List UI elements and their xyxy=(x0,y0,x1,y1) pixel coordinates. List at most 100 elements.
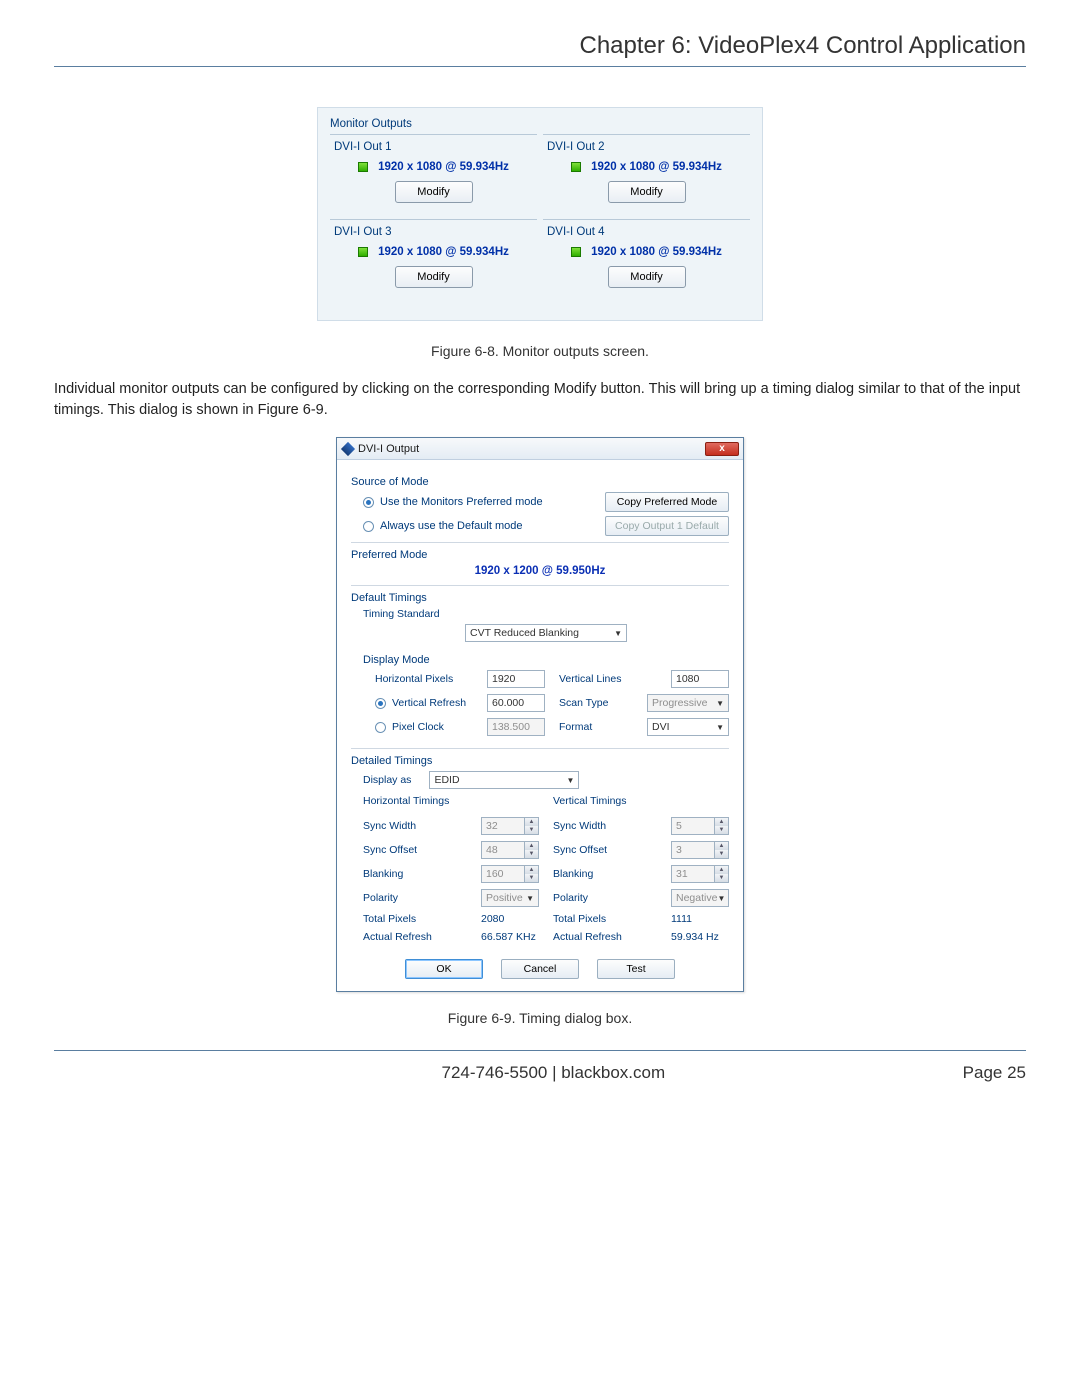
chevron-up-icon: ▲ xyxy=(524,818,538,826)
horizontal-pixels-input[interactable]: 1920 xyxy=(487,670,545,688)
status-icon xyxy=(358,247,368,257)
h-polarity-label: Polarity xyxy=(363,892,398,904)
v-actual-refresh-label: Actual Refresh xyxy=(553,931,622,943)
status-icon xyxy=(571,247,581,257)
dvi-out-1-group: DVI-I Out 1 1920 x 1080 @ 59.934Hz Modif… xyxy=(330,134,537,207)
scan-type-select[interactable]: Progressive ▼ xyxy=(647,694,729,712)
display-mode-label: Display Mode xyxy=(363,654,729,666)
cancel-button[interactable]: Cancel xyxy=(501,959,579,979)
status-icon xyxy=(358,162,368,172)
chevron-up-icon: ▲ xyxy=(714,842,728,850)
h-actual-refresh-label: Actual Refresh xyxy=(363,931,432,943)
h-blanking-stepper[interactable]: 160 ▲▼ xyxy=(481,865,539,883)
format-select[interactable]: DVI ▼ xyxy=(647,718,729,736)
chevron-up-icon: ▲ xyxy=(714,866,728,874)
h-sync-width-label: Sync Width xyxy=(363,820,416,832)
use-preferred-mode-label: Use the Monitors Preferred mode xyxy=(380,496,543,508)
h-sync-width-stepper[interactable]: 32 ▲▼ xyxy=(481,817,539,835)
chevron-down-icon: ▼ xyxy=(614,629,622,638)
dvi-out-2-resolution: 1920 x 1080 @ 59.934Hz xyxy=(591,161,722,173)
chevron-down-icon: ▼ xyxy=(524,874,538,882)
vertical-timings-label: Vertical Timings xyxy=(553,795,729,807)
vertical-lines-label: Vertical Lines xyxy=(559,673,621,685)
display-as-value: EDID xyxy=(434,774,459,786)
chevron-down-icon: ▼ xyxy=(524,826,538,834)
dvi-output-dialog: DVI-I Output x Source of Mode Use the Mo… xyxy=(336,437,744,992)
display-as-select[interactable]: EDID ▼ xyxy=(429,771,579,789)
pixel-clock-label: Pixel Clock xyxy=(392,721,444,733)
dvi-out-3-resolution: 1920 x 1080 @ 59.934Hz xyxy=(378,246,509,258)
preferred-mode-value: 1920 x 1200 @ 59.950Hz xyxy=(351,565,729,577)
v-polarity-label: Polarity xyxy=(553,892,588,904)
radio-icon xyxy=(363,521,374,532)
radio-icon xyxy=(375,698,386,709)
detailed-timings-label: Detailed Timings xyxy=(351,755,729,767)
v-polarity-select[interactable]: Negative ▼ xyxy=(671,889,729,907)
chevron-down-icon: ▼ xyxy=(524,850,538,858)
app-icon xyxy=(341,441,355,455)
v-sync-width-stepper[interactable]: 5 ▲▼ xyxy=(671,817,729,835)
header-divider xyxy=(54,66,1026,67)
pixel-clock-input: 138.500 xyxy=(487,718,545,736)
dvi-out-3-modify-button[interactable]: Modify xyxy=(395,266,473,288)
copy-output1-default-button[interactable]: Copy Output 1 Default xyxy=(605,516,729,536)
dvi-out-2-modify-button[interactable]: Modify xyxy=(608,181,686,203)
chevron-down-icon: ▼ xyxy=(717,894,725,903)
vertical-lines-input[interactable]: 1080 xyxy=(671,670,729,688)
dvi-out-2-label: DVI-I Out 2 xyxy=(547,141,746,153)
v-total-pixels-label: Total Pixels xyxy=(553,913,606,925)
close-button[interactable]: x xyxy=(705,442,739,456)
radio-icon xyxy=(375,722,386,733)
v-sync-offset-stepper[interactable]: 3 ▲▼ xyxy=(671,841,729,859)
default-timings-label: Default Timings xyxy=(351,592,729,604)
dialog-titlebar: DVI-I Output x xyxy=(337,438,743,460)
use-default-mode-radio[interactable]: Always use the Default mode xyxy=(363,520,522,532)
dvi-out-2-group: DVI-I Out 2 1920 x 1080 @ 59.934Hz Modif… xyxy=(543,134,750,207)
v-sync-offset-label: Sync Offset xyxy=(553,844,607,856)
test-button[interactable]: Test xyxy=(597,959,675,979)
h-sync-offset-label: Sync Offset xyxy=(363,844,417,856)
dvi-out-1-modify-button[interactable]: Modify xyxy=(395,181,473,203)
format-value: DVI xyxy=(652,721,670,733)
dialog-title: DVI-I Output xyxy=(358,443,419,455)
ok-button[interactable]: OK xyxy=(405,959,483,979)
dvi-out-4-label: DVI-I Out 4 xyxy=(547,226,746,238)
v-total-pixels-value: 1111 xyxy=(671,913,729,925)
display-as-label: Display as xyxy=(363,774,411,786)
pixel-clock-radio[interactable]: Pixel Clock xyxy=(375,721,444,733)
vertical-refresh-radio[interactable]: Vertical Refresh xyxy=(375,697,466,709)
chevron-up-icon: ▲ xyxy=(714,818,728,826)
copy-preferred-mode-button[interactable]: Copy Preferred Mode xyxy=(605,492,729,512)
figure-6-9-caption: Figure 6-9. Timing dialog box. xyxy=(54,1010,1026,1026)
status-icon xyxy=(571,162,581,172)
timing-standard-label: Timing Standard xyxy=(363,608,729,620)
chevron-down-icon: ▼ xyxy=(526,894,534,903)
horizontal-timings-label: Horizontal Timings xyxy=(363,795,539,807)
v-sync-width-label: Sync Width xyxy=(553,820,606,832)
use-preferred-mode-radio[interactable]: Use the Monitors Preferred mode xyxy=(363,496,543,508)
vertical-refresh-label: Vertical Refresh xyxy=(392,697,466,709)
timing-standard-select[interactable]: CVT Reduced Blanking ▼ xyxy=(465,624,627,642)
h-blanking-label: Blanking xyxy=(363,868,403,880)
monitor-outputs-label: Monitor Outputs xyxy=(330,118,750,130)
chevron-up-icon: ▲ xyxy=(524,842,538,850)
dvi-out-1-resolution: 1920 x 1080 @ 59.934Hz xyxy=(378,161,509,173)
dvi-out-3-group: DVI-I Out 3 1920 x 1080 @ 59.934Hz Modif… xyxy=(330,219,537,292)
h-sync-offset-stepper[interactable]: 48 ▲▼ xyxy=(481,841,539,859)
body-paragraph: Individual monitor outputs can be config… xyxy=(54,379,1026,421)
horizontal-pixels-label: Horizontal Pixels xyxy=(375,673,453,685)
footer-contact: 724-746-5500 | blackbox.com xyxy=(144,1063,963,1083)
dvi-out-4-group: DVI-I Out 4 1920 x 1080 @ 59.934Hz Modif… xyxy=(543,219,750,292)
vertical-refresh-input[interactable]: 60.000 xyxy=(487,694,545,712)
chevron-down-icon: ▼ xyxy=(567,776,575,785)
chevron-down-icon: ▼ xyxy=(714,850,728,858)
h-polarity-select[interactable]: Positive ▼ xyxy=(481,889,539,907)
dvi-out-4-modify-button[interactable]: Modify xyxy=(608,266,686,288)
timing-standard-value: CVT Reduced Blanking xyxy=(470,627,579,639)
v-blanking-stepper[interactable]: 31 ▲▼ xyxy=(671,865,729,883)
monitor-outputs-panel: Monitor Outputs DVI-I Out 1 1920 x 1080 … xyxy=(317,107,763,321)
close-icon: x xyxy=(719,444,725,454)
chevron-down-icon: ▼ xyxy=(714,826,728,834)
preferred-mode-label: Preferred Mode xyxy=(351,549,729,561)
v-blanking-label: Blanking xyxy=(553,868,593,880)
